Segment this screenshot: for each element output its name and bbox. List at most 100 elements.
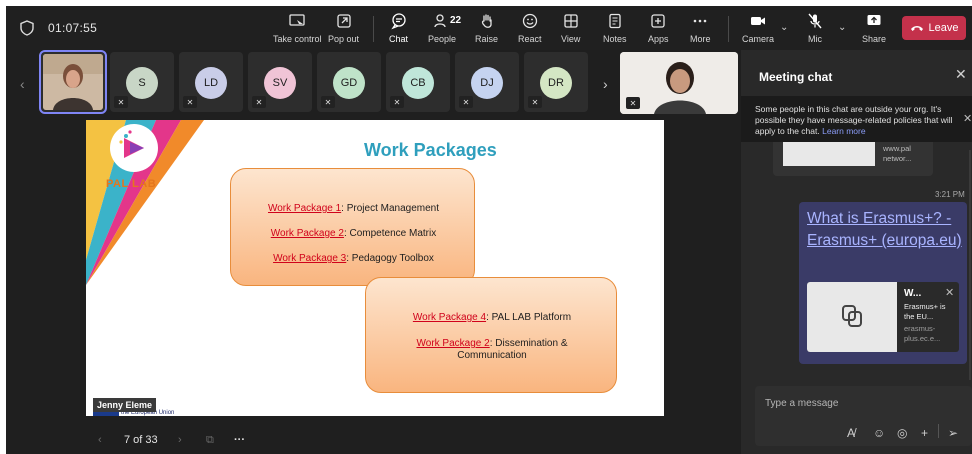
strip-prev-arrow-icon[interactable]: ‹ bbox=[20, 76, 25, 92]
compose-divider bbox=[938, 424, 939, 438]
participant-avatar: SV bbox=[264, 67, 296, 99]
link-preview-domain: erasmus-plus.ec.e... bbox=[904, 324, 941, 343]
slide-corner-decoration bbox=[86, 120, 204, 285]
compose-placeholder: Type a message bbox=[765, 398, 839, 409]
camera-options-chevron-icon[interactable]: ⌄ bbox=[780, 22, 788, 33]
send-icon[interactable]: ➢ bbox=[948, 426, 958, 440]
chat-icon bbox=[390, 13, 406, 30]
format-icon[interactable]: A̸ bbox=[847, 426, 855, 440]
participant-tile-video[interactable] bbox=[39, 50, 107, 114]
mic-button[interactable]: Mic bbox=[806, 10, 824, 48]
work-package-item: Work Package 3: Pedagogy Toolbox bbox=[273, 253, 434, 264]
work-packages-box-2: Work Package 4: PAL LAB Platform Work Pa… bbox=[365, 277, 617, 393]
link-preview-title: W... bbox=[904, 288, 922, 299]
strip-next-arrow-icon[interactable]: › bbox=[603, 76, 608, 92]
presenter-name-tag: Jenny Eleme bbox=[93, 398, 157, 412]
react-button[interactable]: React bbox=[518, 10, 542, 48]
participant-video-large[interactable]: ✕ bbox=[620, 52, 738, 114]
participant-tile[interactable]: GD ✕ bbox=[317, 52, 381, 112]
muted-mic-icon: ✕ bbox=[252, 96, 266, 108]
more-dots-icon bbox=[693, 19, 707, 23]
work-package-item: Work Package 1: Project Management bbox=[267, 203, 439, 214]
muted-mic-icon: ✕ bbox=[459, 96, 473, 108]
participant-tile[interactable]: S ✕ bbox=[110, 52, 174, 112]
slide-title: Work Packages bbox=[364, 140, 497, 160]
learn-more-link[interactable]: Learn more bbox=[822, 126, 865, 136]
share-screen-icon bbox=[867, 15, 881, 25]
participant-avatar: DR bbox=[540, 67, 572, 99]
people-button[interactable]: 22 People bbox=[428, 10, 461, 48]
work-package-item: Work Package 2: Dissemination & Communica… bbox=[416, 338, 568, 361]
take-control-button[interactable]: Take control bbox=[273, 10, 322, 48]
muted-mic-icon: ✕ bbox=[321, 96, 335, 108]
apps-button[interactable]: Apps bbox=[648, 10, 669, 48]
muted-mic-icon: ✕ bbox=[390, 96, 404, 108]
emoji-icon[interactable]: ☺ bbox=[873, 426, 885, 440]
previous-slide-chevron-icon[interactable]: ‹ bbox=[98, 434, 102, 446]
grid-view-icon bbox=[564, 14, 578, 28]
message-compose-box[interactable]: Type a message A̸ ☺ ◎ + ➢ bbox=[755, 386, 972, 446]
toolbar-divider bbox=[373, 16, 374, 42]
mic-options-chevron-icon[interactable]: ⌄ bbox=[838, 22, 846, 33]
close-chat-icon[interactable]: ✕ bbox=[955, 66, 967, 83]
participant-strip: ‹ › ✕ S ✕ LD ✕ SV ✕ GD ✕ CB ✕ DJ ✕ DR ✕ bbox=[6, 50, 741, 116]
raise-hand-button[interactable]: Raise bbox=[475, 10, 498, 48]
add-apps-icon bbox=[651, 14, 665, 28]
slide-page-indicator: 7 of 33 bbox=[124, 434, 158, 446]
leave-button[interactable]: Leave bbox=[902, 16, 966, 40]
slide-more-options-icon[interactable]: ··· bbox=[234, 434, 245, 446]
participant-video bbox=[43, 54, 103, 110]
participant-avatar: GD bbox=[333, 67, 365, 99]
slide-sorter-icon[interactable]: ⧉ bbox=[206, 434, 214, 447]
chat-message-bubble: What is Erasmus+? - Erasmus+ (europa.eu)… bbox=[799, 202, 967, 364]
mic-off-icon bbox=[808, 13, 822, 29]
more-button[interactable]: More bbox=[690, 10, 711, 48]
participant-avatar: S bbox=[126, 67, 158, 99]
take-control-icon bbox=[289, 14, 305, 28]
participant-avatar: DJ bbox=[471, 67, 503, 99]
participant-tile[interactable]: LD ✕ bbox=[179, 52, 243, 112]
shield-icon bbox=[20, 20, 34, 36]
pop-out-button[interactable]: Pop out bbox=[328, 10, 359, 48]
notes-button[interactable]: Notes bbox=[603, 10, 627, 48]
chat-panel-title: Meeting chat bbox=[759, 70, 833, 84]
link-preview-image bbox=[807, 282, 897, 352]
chat-button[interactable]: Chat bbox=[389, 10, 408, 48]
chat-scrollbar[interactable] bbox=[969, 150, 971, 380]
pop-out-icon bbox=[336, 14, 351, 28]
view-button[interactable]: View bbox=[561, 10, 580, 48]
link-preview-card[interactable]: W... ✕ Erasmus+ is the EU... erasmus-plu… bbox=[807, 282, 959, 352]
work-package-item: Work Package 4: PAL LAB Platform bbox=[412, 312, 572, 323]
participant-tile[interactable]: DR ✕ bbox=[524, 52, 588, 112]
muted-mic-icon: ✕ bbox=[528, 96, 542, 108]
next-slide-chevron-icon[interactable]: › bbox=[178, 434, 182, 446]
participant-tile[interactable]: CB ✕ bbox=[386, 52, 450, 112]
previous-link-preview-card[interactable]: www.pal networ... bbox=[773, 142, 933, 176]
dismiss-notice-icon[interactable]: ✕ bbox=[963, 112, 972, 125]
participant-avatar: LD bbox=[195, 67, 227, 99]
link-preview-description: Erasmus+ is the EU... bbox=[904, 302, 946, 321]
camera-button[interactable]: Camera bbox=[742, 10, 774, 48]
pal-lab-logo-text: PAL LAB bbox=[106, 178, 157, 190]
shared-slide: PAL LAB Work Packages Work Package 1: Pr… bbox=[86, 120, 664, 416]
muted-mic-icon: ✕ bbox=[114, 96, 128, 108]
participant-tile[interactable]: DJ ✕ bbox=[455, 52, 519, 112]
message-timestamp: 3:21 PM bbox=[935, 190, 965, 199]
people-icon bbox=[434, 14, 446, 28]
attach-plus-icon[interactable]: + bbox=[921, 426, 928, 440]
remove-preview-icon[interactable]: ✕ bbox=[945, 286, 954, 299]
toolbar-divider bbox=[728, 16, 729, 42]
hang-up-icon bbox=[910, 26, 923, 31]
people-count: 22 bbox=[450, 15, 462, 26]
external-org-notice: Some people in this chat are outside you… bbox=[741, 96, 972, 142]
meeting-timer: 01:07:55 bbox=[48, 21, 98, 35]
participant-tile[interactable]: SV ✕ bbox=[248, 52, 312, 112]
message-link[interactable]: What is Erasmus+? - Erasmus+ (europa.eu) bbox=[807, 208, 965, 252]
share-button[interactable]: Share bbox=[862, 10, 886, 48]
link-preview-thumbnail bbox=[783, 142, 875, 166]
muted-mic-icon: ✕ bbox=[183, 96, 197, 108]
camera-icon bbox=[751, 17, 765, 25]
work-packages-box-1: Work Package 1: Project Management Work … bbox=[230, 168, 475, 286]
work-package-item: Work Package 2: Competence Matrix bbox=[270, 228, 437, 239]
loop-icon[interactable]: ◎ bbox=[897, 426, 907, 440]
